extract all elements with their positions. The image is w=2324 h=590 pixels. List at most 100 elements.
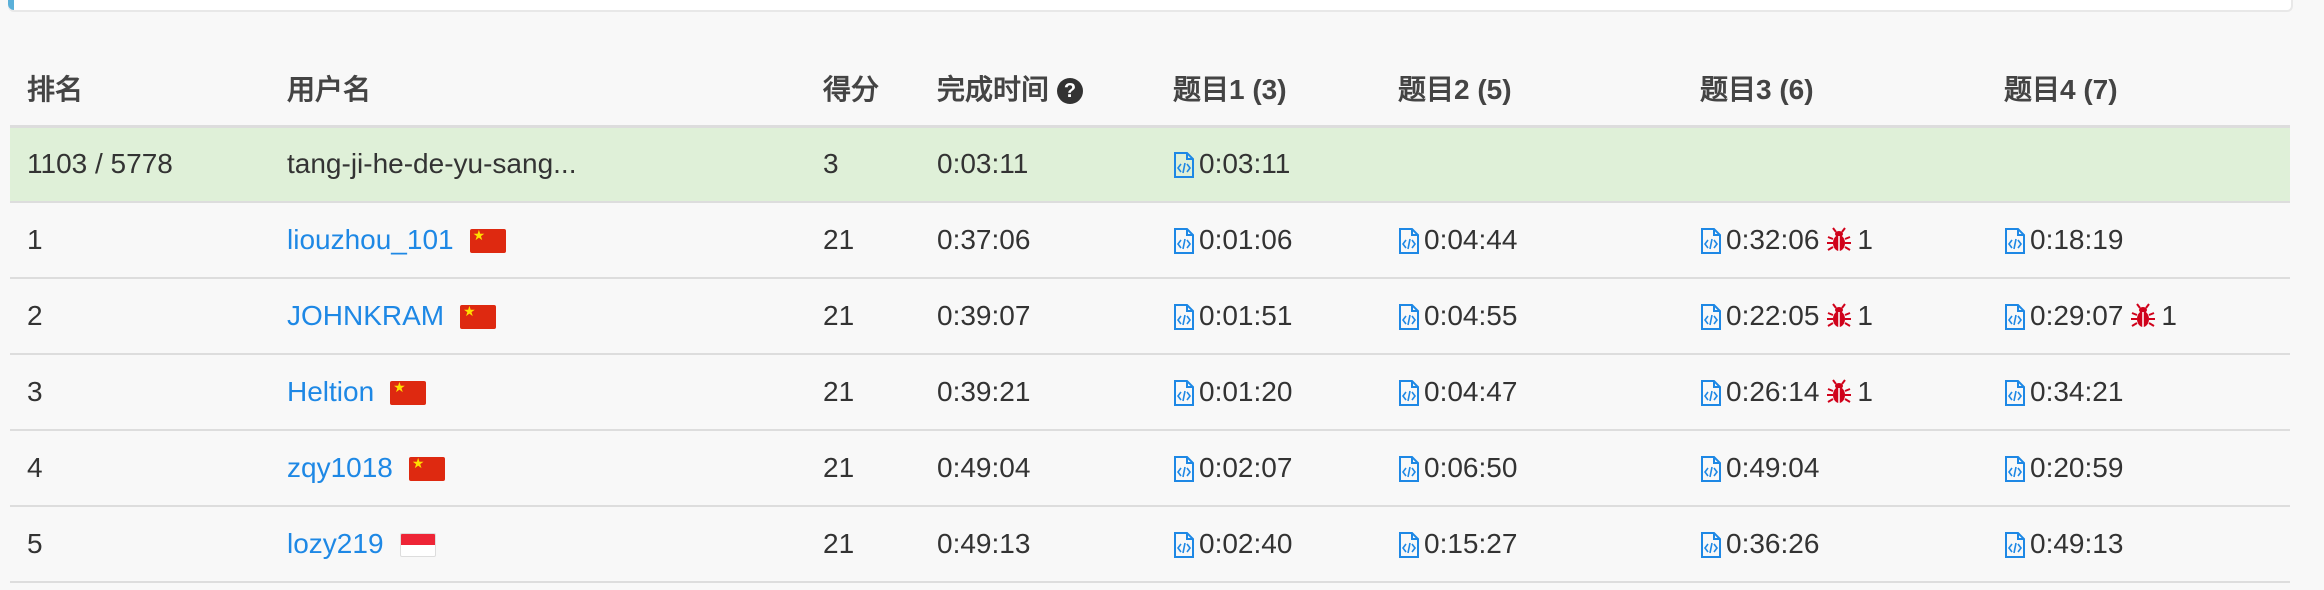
table-row: 4zqy1018210:49:040:02:070:06:500:49:040:… <box>10 430 2290 507</box>
rank-cell: 4 <box>10 430 270 507</box>
code-file-icon <box>1174 304 1194 330</box>
wrong-attempt-count: 1 <box>1857 224 1873 255</box>
user-link[interactable]: Heltion <box>287 376 374 407</box>
submission-time: 0:04:55 <box>1424 300 1518 331</box>
table-row: 3Heltion210:39:210:01:200:04:470:26:1410… <box>10 354 2290 431</box>
code-file-icon <box>2005 304 2025 330</box>
finish-time-cell: 0:39:21 <box>920 354 1156 431</box>
code-file-icon <box>2005 228 2025 254</box>
user-link[interactable]: zqy1018 <box>287 452 393 483</box>
code-file-icon <box>1399 228 1419 254</box>
user-link[interactable]: lozy219 <box>287 528 384 559</box>
question-2-cell: 0:04:47 <box>1381 354 1683 431</box>
score-cell: 21 <box>806 354 920 431</box>
question-3-cell <box>1683 126 1987 203</box>
finish-time-header: 完成时间? <box>920 52 1156 128</box>
wrong-attempts: 1 <box>2123 300 2177 331</box>
code-file-icon <box>1399 304 1419 330</box>
question-2-cell: 0:04:55 <box>1381 278 1683 355</box>
china-flag-icon <box>408 453 445 481</box>
question-1-cell: 0:01:06 <box>1156 202 1381 279</box>
wrong-attempts: 1 <box>1819 376 1873 407</box>
submission-link[interactable]: 0:32:06 <box>1700 224 1819 255</box>
submission-link[interactable]: 0:03:11 <box>1173 148 1290 179</box>
rank-cell: 5 <box>10 506 270 583</box>
question-1-cell: 0:02:07 <box>1156 430 1381 507</box>
question-circle-icon[interactable]: ? <box>1057 78 1084 105</box>
submission-link[interactable]: 0:01:51 <box>1173 300 1292 331</box>
finish-time-cell: 0:37:06 <box>920 202 1156 279</box>
code-file-icon <box>1399 456 1419 482</box>
question-1-cell: 0:02:40 <box>1156 506 1381 583</box>
submission-link[interactable]: 0:26:14 <box>1700 376 1819 407</box>
submission-link[interactable]: 0:01:06 <box>1173 224 1292 255</box>
submission-link[interactable]: 0:49:04 <box>1700 452 1819 483</box>
submission-link[interactable]: 0:36:26 <box>1700 528 1819 559</box>
table-row: 2 JOHNKRAM 210:39:07 0:01:51 0:04:55 0:22:05 1… <box>10 278 2290 355</box>
code-file-icon <box>2005 380 2025 406</box>
username-header: 用户名 <box>270 52 806 128</box>
score-cell: 21 <box>806 278 920 355</box>
user-link[interactable]: liouzhou_101 <box>287 224 454 255</box>
rank-cell: 1 <box>10 202 270 279</box>
submission-link[interactable]: 0:01:20 <box>1173 376 1292 407</box>
question-2-cell: 0:15:27 <box>1381 506 1683 583</box>
my-rank-row: 1103 / 5778 tang-ji-he-de-yu-sang... 3 0… <box>10 126 2290 203</box>
submission-link[interactable]: 0:34:21 <box>2004 376 2123 407</box>
submission-time: 0:02:40 <box>1199 528 1293 559</box>
question-4-header[interactable]: 题目4 (7) <box>1987 52 2290 128</box>
ranking-table: 排名 用户名 得分 完成时间? 题目1 (3) 题目2 (5) 题目3 (6) … <box>10 52 2290 583</box>
bug-icon <box>1827 303 1852 327</box>
question-2-header[interactable]: 题目2 (5) <box>1381 52 1683 128</box>
question-1-header[interactable]: 题目1 (3) <box>1156 52 1381 128</box>
code-file-icon <box>1174 532 1194 558</box>
panel-accent <box>8 0 14 10</box>
china-flag-icon <box>390 377 427 405</box>
submission-link[interactable]: 0:06:50 <box>1398 452 1517 483</box>
question-2-cell: 0:06:50 <box>1381 430 1683 507</box>
submission-link[interactable]: 0:22:05 <box>1700 300 1819 331</box>
submission-time: 0:18:19 <box>2030 224 2124 255</box>
code-file-icon <box>1174 228 1194 254</box>
code-file-icon <box>1174 152 1194 179</box>
question-1-cell: 0:01:51 <box>1156 278 1381 355</box>
finish-time-cell: 0:03:11 <box>920 126 1156 203</box>
question-3-cell: 0:49:04 <box>1683 430 1987 507</box>
question-3-header[interactable]: 题目3 (6) <box>1683 52 1987 128</box>
question-4-cell: 0:29:07 1 <box>1987 278 2290 355</box>
question-3-cell: 0:22:05 1 <box>1683 278 1987 355</box>
rank-header: 排名 <box>10 52 270 128</box>
ranking-body: 1103 / 5778 tang-ji-he-de-yu-sang... 3 0… <box>10 126 2290 583</box>
wrong-attempt-count: 1 <box>1857 300 1873 331</box>
submission-link[interactable]: 0:02:40 <box>1173 528 1292 559</box>
rank-cell: 2 <box>10 278 270 355</box>
submission-time: 0:04:47 <box>1424 376 1518 407</box>
submission-link[interactable]: 0:29:07 <box>2004 300 2123 331</box>
submission-link[interactable]: 0:20:59 <box>2004 452 2123 483</box>
submission-link[interactable]: 0:02:07 <box>1173 452 1292 483</box>
submission-link[interactable]: 0:04:55 <box>1398 300 1517 331</box>
submission-link[interactable]: 0:18:19 <box>2004 224 2123 255</box>
user-link[interactable]: JOHNKRAM <box>287 300 444 331</box>
code-file-icon <box>1174 456 1194 482</box>
username-cell: Heltion <box>270 354 806 431</box>
table-row: 5 lozy219 21 0:49:13 0:02:40 0:15:27 0:36:26 0:… <box>10 506 2290 583</box>
submission-time: 0:15:27 <box>1424 528 1518 559</box>
submission-link[interactable]: 0:04:44 <box>1398 224 1517 255</box>
submission-time: 0:29:07 <box>2030 300 2124 331</box>
question-2-cell: 0:04:44 <box>1381 202 1683 279</box>
china-flag-icon <box>469 225 506 253</box>
username-cell: zqy1018 <box>270 430 806 507</box>
submission-link[interactable]: 0:15:27 <box>1398 528 1517 559</box>
top-panel <box>8 0 2293 12</box>
score-cell: 21 <box>806 506 920 583</box>
question-3-cell: 0:26:14 1 <box>1683 354 1987 431</box>
wrong-attempts: 1 <box>1819 224 1873 255</box>
question-2-cell <box>1381 126 1683 203</box>
submission-link[interactable]: 0:04:47 <box>1398 376 1517 407</box>
submission-time: 0:49:04 <box>1726 452 1820 483</box>
submission-link[interactable]: 0:49:13 <box>2004 528 2123 559</box>
wrong-attempt-count: 1 <box>1857 376 1873 407</box>
submission-time: 0:03:11 <box>1199 148 1291 180</box>
score-header: 得分 <box>806 52 920 128</box>
